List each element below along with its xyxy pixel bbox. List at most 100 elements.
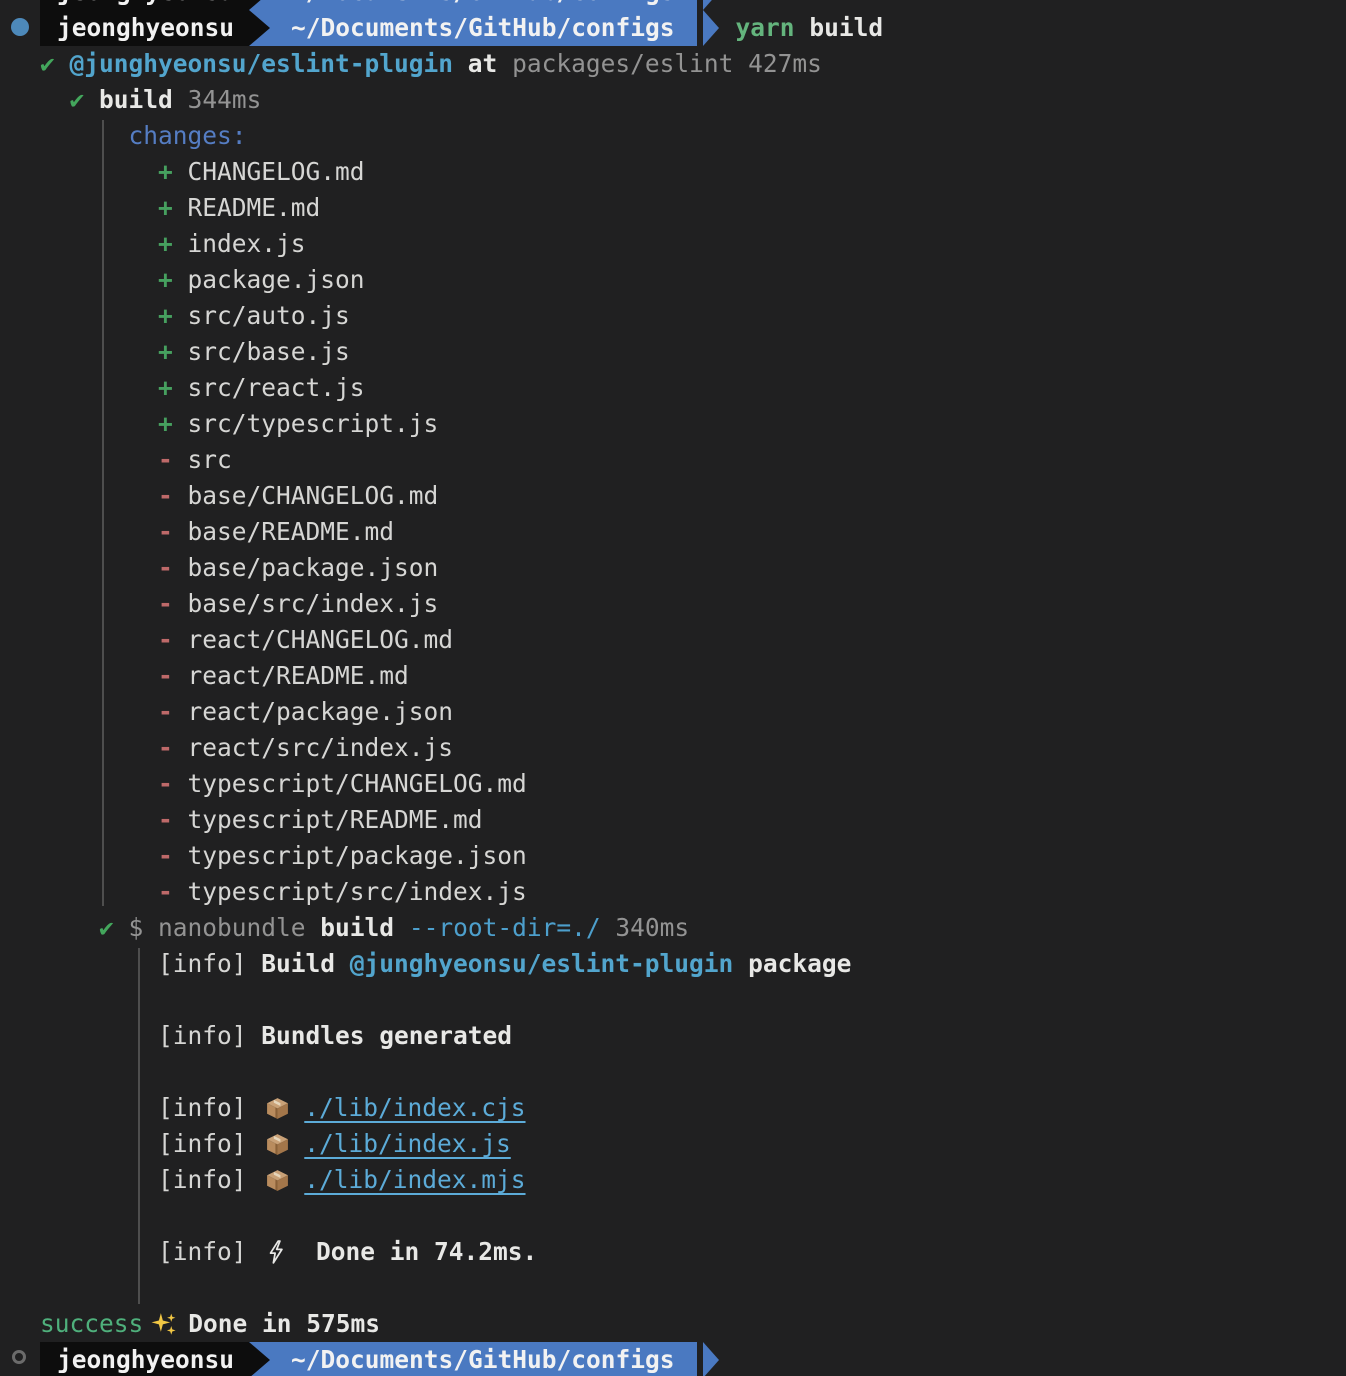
file-name: base/package.json	[173, 550, 439, 586]
text-segment: Build	[261, 946, 350, 982]
removed-file-line: - react/src/index.js	[40, 730, 1346, 766]
text-segment	[40, 910, 99, 946]
minus-icon: -	[158, 622, 173, 658]
prompt-username: jeonghyeonsu	[57, 0, 234, 10]
check-icon: ✔	[99, 910, 129, 946]
block-start-marker	[11, 18, 29, 36]
package-icon	[265, 1132, 290, 1157]
added-file-line: + src/base.js	[40, 334, 1346, 370]
file-name: react/CHANGELOG.md	[173, 622, 453, 658]
added-file-line: + CHANGELOG.md	[40, 154, 1346, 190]
minus-icon: -	[158, 550, 173, 586]
prompt-username: jeonghyeonsu	[57, 1342, 234, 1376]
prompt-user-segment: jeonghyeonsu	[40, 0, 249, 10]
text-segment	[40, 622, 158, 658]
terminal-window[interactable]: jeonghyeonsu ~/Documents/GitHub/configs …	[0, 0, 1346, 1376]
file-name: package.json	[173, 262, 365, 298]
minus-icon: -	[158, 478, 173, 514]
success-label: success	[40, 1306, 143, 1342]
script-subcommand: build	[320, 910, 394, 946]
text-segment	[40, 478, 158, 514]
plus-icon: +	[158, 262, 173, 298]
text-segment	[40, 658, 158, 694]
file-name: src/react.js	[173, 370, 365, 406]
info-tag: [info]	[158, 946, 261, 982]
previous-prompt-partial: jeonghyeonsu ~/Documents/GitHub/configs	[0, 0, 1346, 10]
bundle-file-link[interactable]: ./lib/index.cjs	[304, 1090, 525, 1126]
added-file-line: + src/auto.js	[40, 298, 1346, 334]
removed-file-line: - base/README.md	[40, 514, 1346, 550]
prompt-arrow-tip	[703, 0, 719, 10]
command-prompt-row: jeonghyeonsu ~/Documents/GitHub/configs …	[0, 10, 1346, 46]
package-icon	[265, 1096, 290, 1121]
file-name: react/src/index.js	[173, 730, 453, 766]
file-name: typescript/package.json	[173, 838, 527, 874]
added-file-line: + README.md	[40, 190, 1346, 226]
minus-icon: -	[158, 694, 173, 730]
file-name: react/README.md	[173, 658, 409, 694]
file-name: README.md	[173, 190, 321, 226]
text-segment	[40, 226, 158, 262]
removed-file-line: - react/package.json	[40, 694, 1346, 730]
info-build-line: [info] Build @junghyeonsu/eslint-plugin …	[40, 946, 1346, 982]
minus-icon: -	[158, 658, 173, 694]
minus-icon: -	[158, 586, 173, 622]
file-name: src/typescript.js	[173, 406, 439, 442]
prompt-username: jeonghyeonsu	[57, 10, 234, 46]
bundle-file-link[interactable]: ./lib/index.js	[304, 1126, 511, 1162]
removed-file-line: - typescript/package.json	[40, 838, 1346, 874]
changes-label: changes:	[129, 118, 247, 154]
added-file-line: + index.js	[40, 226, 1346, 262]
text-segment	[173, 82, 188, 118]
prompt-path-segment: ~/Documents/GitHub/configs	[249, 10, 697, 46]
plus-icon: +	[158, 370, 173, 406]
build-task-line: ✔ build 344ms	[40, 82, 1346, 118]
info-tag: [info]	[40, 1234, 261, 1270]
file-name: typescript/src/index.js	[173, 874, 527, 910]
added-file-line: + package.json	[40, 262, 1346, 298]
prompt-arrow-separator	[249, 10, 270, 46]
prompt-path-segment: ~/Documents/GitHub/configs	[249, 1342, 697, 1376]
bundle-link-line: [info] ./lib/index.mjs	[40, 1162, 1346, 1198]
text-segment	[40, 298, 158, 334]
package-icon	[265, 1168, 290, 1193]
package-name: @junghyeonsu/eslint-plugin	[70, 46, 454, 82]
text-segment: package	[733, 946, 851, 982]
text-segment	[40, 406, 158, 442]
command-flag: --root-dir=./	[409, 910, 601, 946]
text-segment	[40, 334, 158, 370]
info-tag: [info]	[40, 1126, 261, 1162]
info-tag: [info]	[40, 1018, 261, 1054]
text-segment	[394, 910, 409, 946]
indent-guide	[102, 120, 104, 906]
removed-file-line: - typescript/README.md	[40, 802, 1346, 838]
removed-file-line: - base/src/index.js	[40, 586, 1346, 622]
file-name: src	[173, 442, 232, 478]
bundle-file-link[interactable]: ./lib/index.mjs	[304, 1162, 525, 1198]
check-icon: ✔	[40, 46, 70, 82]
package-name: @junghyeonsu/eslint-plugin	[350, 946, 734, 982]
sparkles-icon	[151, 1311, 178, 1338]
file-name: react/package.json	[173, 694, 453, 730]
file-name: base/src/index.js	[173, 586, 439, 622]
blank-line	[40, 1198, 1346, 1234]
script-duration: 340ms	[615, 910, 689, 946]
plus-icon: +	[158, 190, 173, 226]
file-name: base/README.md	[173, 514, 394, 550]
removed-file-line: - base/CHANGELOG.md	[40, 478, 1346, 514]
text-segment	[40, 514, 158, 550]
lightning-icon	[267, 1240, 285, 1264]
minus-icon: -	[158, 730, 173, 766]
minus-icon: -	[158, 874, 173, 910]
minus-icon: -	[158, 838, 173, 874]
success-line: successDone in 575ms	[40, 1306, 1346, 1342]
text-segment	[40, 838, 158, 874]
text-segment	[40, 370, 158, 406]
command-text: yarn build	[736, 10, 884, 46]
prompt-arrow-separator	[249, 1342, 270, 1376]
removed-file-line: - base/package.json	[40, 550, 1346, 586]
removed-file-line: - react/README.md	[40, 658, 1346, 694]
prompt-path: ~/Documents/GitHub/configs	[291, 10, 675, 46]
blank-line	[40, 982, 1346, 1018]
text-segment	[40, 874, 158, 910]
